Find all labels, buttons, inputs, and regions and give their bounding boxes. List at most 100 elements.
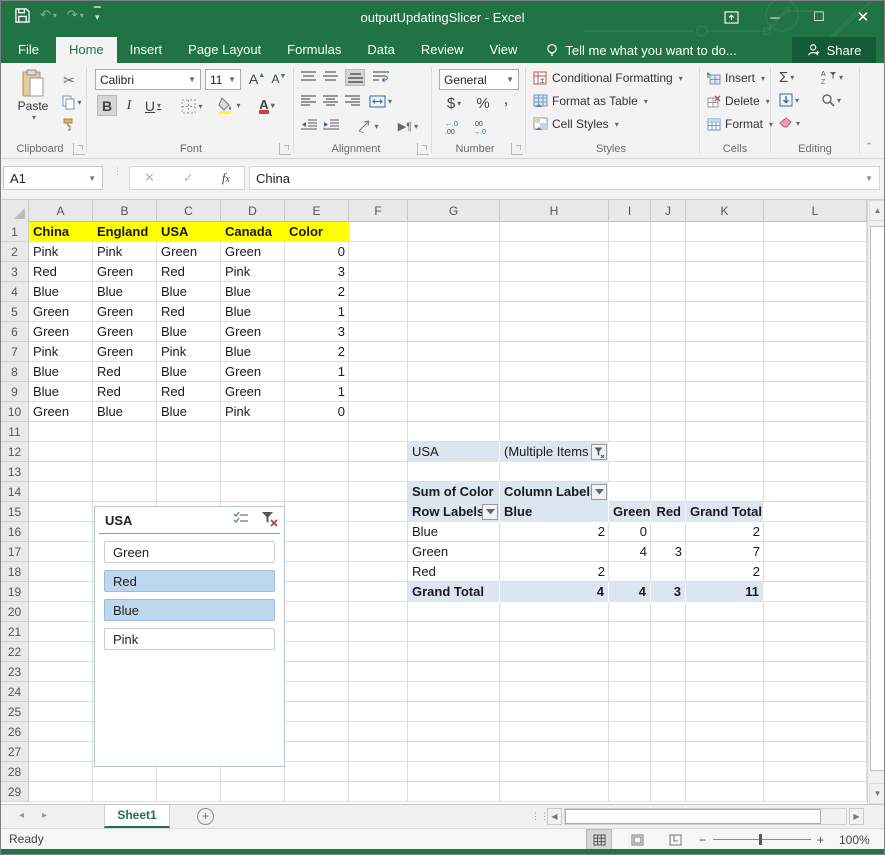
cell-G17[interactable]: Green [408,542,500,562]
number-format-combo[interactable]: General▼ [439,69,519,90]
delete-cells-button[interactable]: Delete▾ [707,94,770,108]
copy-button[interactable]: ▾ [57,93,87,111]
column-header-A[interactable]: A [29,200,93,222]
cell-E10[interactable]: 0 [285,402,349,422]
cell-B4[interactable]: Blue [93,282,157,302]
cell-C2[interactable]: Green [157,242,221,262]
cell-A6[interactable]: Green [29,322,93,342]
slicer-item-red[interactable]: Red [104,570,275,592]
cell-K15[interactable]: Grand Total [686,502,764,522]
cell-A1[interactable]: China [29,222,93,242]
page-break-view-button[interactable] [662,829,688,850]
cell-J19[interactable]: 3 [651,582,686,602]
cell-C7[interactable]: Pink [157,342,221,362]
slicer-clear-filter-icon[interactable] [261,511,278,527]
text-direction-button[interactable]: ▶¶▾ [393,117,423,135]
share-button[interactable]: Share [792,37,876,63]
row-header-24[interactable]: 24 [1,682,29,702]
slicer-usa[interactable]: USA GreenRedBluePink [94,506,285,767]
cell-A7[interactable]: Pink [29,342,93,362]
paste-button[interactable]: Paste ▾ [11,69,55,122]
cell-I19[interactable]: 4 [609,582,651,602]
scroll-up-icon[interactable]: ▲ [869,200,885,221]
slicer-item-blue[interactable]: Blue [104,599,275,621]
font-dialog-launcher[interactable] [279,143,291,155]
autosum-button[interactable]: Σ▾ [779,69,794,86]
cell-A9[interactable]: Blue [29,382,93,402]
row-header-8[interactable]: 8 [1,362,29,382]
cell-D6[interactable]: Green [221,322,285,342]
row-header-14[interactable]: 14 [1,482,29,502]
cell-E4[interactable]: 2 [285,282,349,302]
slicer-item-green[interactable]: Green [104,541,275,563]
insert-cells-button[interactable]: Insert▾ [707,71,765,85]
sort-filter-button[interactable]: AZ▾ [821,69,843,85]
cell-A4[interactable]: Blue [29,282,93,302]
cell-H18[interactable]: 2 [500,562,609,582]
row-header-11[interactable]: 11 [1,422,29,442]
cell-I16[interactable]: 0 [609,522,651,542]
row-header-18[interactable]: 18 [1,562,29,582]
cell-B7[interactable]: Green [93,342,157,362]
wrap-text-button[interactable] [373,71,389,83]
cut-button[interactable]: ✂ [57,71,81,89]
ribbon-tab-insert[interactable]: Insert [117,37,176,63]
cell-D8[interactable]: Green [221,362,285,382]
cell-J17[interactable]: 3 [651,542,686,562]
align-right-button[interactable] [345,95,360,107]
cell-D5[interactable]: Blue [221,302,285,322]
decrease-decimal-button[interactable]: .00→.0 [469,117,493,137]
scroll-down-icon[interactable]: ▼ [869,783,885,804]
scroll-left-icon[interactable]: ◀ [547,808,562,825]
zoom-slider[interactable] [713,829,811,850]
name-box-dropdown-icon[interactable]: ▼ [88,174,96,183]
cell-A5[interactable]: Green [29,302,93,322]
pivot-column-labels-dropdown-icon[interactable] [591,484,607,500]
cell-E2[interactable]: 0 [285,242,349,262]
ribbon-display-options-button[interactable] [720,7,742,27]
row-header-3[interactable]: 3 [1,262,29,282]
column-header-G[interactable]: G [408,200,500,222]
align-center-button[interactable] [323,95,338,107]
column-header-K[interactable]: K [686,200,764,222]
cell-D2[interactable]: Green [221,242,285,262]
column-header-B[interactable]: B [93,200,157,222]
comma-style-button[interactable]: , [499,89,513,109]
cell-K19[interactable]: 11 [686,582,764,602]
ribbon-tab-formulas[interactable]: Formulas [274,37,354,63]
confirm-entry-icon[interactable]: ✓ [183,170,194,186]
cell-G18[interactable]: Red [408,562,500,582]
normal-view-button[interactable] [586,829,612,850]
cell-I17[interactable]: 4 [609,542,651,562]
cell-D10[interactable]: Pink [221,402,285,422]
cell-D4[interactable]: Blue [221,282,285,302]
column-header-E[interactable]: E [285,200,349,222]
column-header-D[interactable]: D [221,200,285,222]
column-header-F[interactable]: F [349,200,408,222]
percent-style-button[interactable]: % [473,93,493,113]
pivot-report-filter-icon[interactable] [591,444,607,460]
cell-A2[interactable]: Pink [29,242,93,262]
cell-B5[interactable]: Green [93,302,157,322]
sheet-tab-active[interactable]: Sheet1 [104,805,170,828]
cell-G16[interactable]: Blue [408,522,500,542]
underline-button[interactable]: U▾ [139,95,167,116]
cell-C9[interactable]: Red [157,382,221,402]
fill-button[interactable]: ▾ [779,93,799,107]
cell-B8[interactable]: Red [93,362,157,382]
cell-K17[interactable]: 7 [686,542,764,562]
row-header-16[interactable]: 16 [1,522,29,542]
cancel-entry-icon[interactable]: ✕ [144,170,155,186]
fill-color-button[interactable]: ▾ [213,95,245,115]
accounting-format-button[interactable]: $▾ [441,93,467,113]
ribbon-tab-review[interactable]: Review [408,37,477,63]
conditional-formatting-button[interactable]: ± Conditional Formatting▾ [533,71,683,85]
maximize-button[interactable]: ☐ [808,7,830,27]
top-align-button[interactable] [301,71,316,83]
minimize-button[interactable]: ─ [764,7,786,27]
row-header-10[interactable]: 10 [1,402,29,422]
row-header-26[interactable]: 26 [1,722,29,742]
row-header-5[interactable]: 5 [1,302,29,322]
clipboard-dialog-launcher[interactable] [73,143,85,155]
orientation-button[interactable]: ▾ [353,117,383,135]
